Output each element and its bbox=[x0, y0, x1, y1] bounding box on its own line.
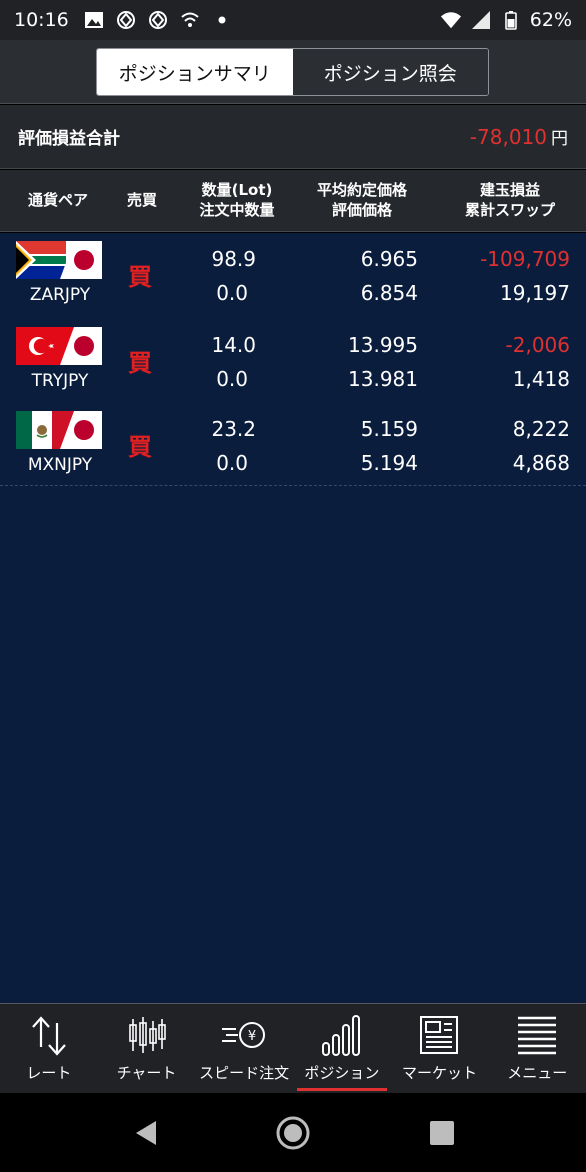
position-row[interactable]: MXNJPY 買 23.2 0.0 5.159 5.194 8,222 4,86… bbox=[0, 403, 586, 487]
position-bars-icon bbox=[320, 1012, 364, 1058]
cumulative-swap: 4,868 bbox=[512, 451, 570, 475]
nav-speed-order[interactable]: ¥ スピード注文 bbox=[195, 1004, 293, 1093]
col-pending-qty: 注文中数量 bbox=[199, 201, 275, 219]
total-pl-value: -78,010 円 bbox=[469, 125, 568, 149]
qty: 23.2 bbox=[211, 417, 256, 441]
position-pl: -109,709 bbox=[480, 247, 570, 271]
home-icon[interactable] bbox=[275, 1115, 311, 1151]
pending-qty: 0.0 bbox=[216, 281, 248, 305]
avg-price: 5.159 bbox=[360, 417, 418, 441]
col-side: 売買 bbox=[126, 191, 157, 209]
nav-rate-label: レート bbox=[26, 1064, 72, 1082]
col-position-pl: 建玉損益 bbox=[479, 181, 540, 199]
position-pl: -2,006 bbox=[505, 333, 570, 357]
status-time: 10:16 bbox=[14, 9, 69, 31]
battery-icon bbox=[500, 9, 522, 31]
avg-price: 13.995 bbox=[348, 333, 418, 357]
total-pl-label: 評価損益合計 bbox=[18, 129, 120, 149]
nav-chart[interactable]: チャート bbox=[98, 1004, 196, 1093]
position-tabs: ポジションサマリ ポジション照会 bbox=[96, 48, 489, 96]
qty: 14.0 bbox=[211, 333, 256, 357]
header: ポジションサマリ ポジション照会 bbox=[0, 40, 586, 104]
nav-rate[interactable]: レート bbox=[0, 1004, 98, 1093]
nav-market-label: マーケット bbox=[402, 1064, 478, 1082]
avg-price: 6.965 bbox=[360, 247, 418, 271]
nav-position[interactable]: ポジション bbox=[293, 1004, 391, 1093]
qty: 98.9 bbox=[211, 247, 256, 271]
list-end-divider bbox=[0, 485, 586, 486]
tab-position-inquiry[interactable]: ポジション照会 bbox=[292, 49, 488, 95]
pair-name: TRYJPY bbox=[31, 371, 89, 391]
gallery-icon bbox=[83, 9, 105, 31]
wifi-call-icon bbox=[179, 9, 201, 31]
nav-menu[interactable]: メニュー bbox=[488, 1004, 586, 1093]
yen-unit: 円 bbox=[551, 129, 568, 149]
speed-order-icon: ¥ bbox=[218, 1012, 270, 1058]
dot-icon bbox=[211, 9, 233, 31]
col-pl: 建玉損益 累計スワップ bbox=[440, 180, 580, 220]
status-bar: 10:16 62% bbox=[0, 0, 586, 40]
col-price: 平均約定価格 評価価格 bbox=[298, 180, 426, 220]
app-notification-icon bbox=[115, 9, 137, 31]
tab-position-summary[interactable]: ポジションサマリ bbox=[97, 49, 293, 95]
recents-icon[interactable] bbox=[424, 1115, 460, 1151]
svg-text:¥: ¥ bbox=[248, 1029, 256, 1044]
nav-chart-label: チャート bbox=[116, 1064, 177, 1082]
position-pl: 8,222 bbox=[512, 417, 570, 441]
position-list: ZARJPY 買 98.9 0.0 6.965 6.854 -109,709 1… bbox=[0, 233, 586, 1003]
col-cumulative-swap: 累計スワップ bbox=[464, 201, 555, 219]
position-row[interactable]: ZARJPY 買 98.9 0.0 6.965 6.854 -109,709 1… bbox=[0, 233, 586, 317]
eval-price: 13.981 bbox=[348, 367, 418, 391]
cumulative-swap: 1,418 bbox=[512, 367, 570, 391]
nav-market[interactable]: マーケット bbox=[391, 1004, 489, 1093]
nav-position-label: ポジション bbox=[304, 1064, 380, 1082]
nav-speed-order-label: スピード注文 bbox=[199, 1064, 290, 1082]
col-qty-lot: 数量(Lot) bbox=[201, 181, 273, 199]
back-icon[interactable] bbox=[128, 1115, 164, 1151]
candlestick-chart-icon bbox=[127, 1012, 167, 1058]
side-buy: 買 bbox=[128, 433, 152, 461]
rate-arrows-icon bbox=[29, 1012, 69, 1058]
active-tab-indicator bbox=[297, 1088, 387, 1091]
pending-qty: 0.0 bbox=[216, 367, 248, 391]
market-news-icon bbox=[418, 1012, 462, 1058]
eval-price: 5.194 bbox=[360, 451, 418, 475]
eval-price: 6.854 bbox=[360, 281, 418, 305]
column-headers: 通貨ペア 売買 数量(Lot) 注文中数量 平均約定価格 評価価格 建玉損益 累… bbox=[0, 170, 586, 232]
turkey-japan-flag-icon bbox=[16, 327, 102, 365]
pair-name: ZARJPY bbox=[29, 285, 91, 305]
pair-name: MXNJPY bbox=[27, 455, 93, 475]
side-buy: 買 bbox=[128, 263, 152, 291]
col-qty: 数量(Lot) 注文中数量 bbox=[178, 180, 296, 220]
side-buy: 買 bbox=[128, 349, 152, 377]
system-nav-bar bbox=[0, 1093, 586, 1172]
cumulative-swap: 19,197 bbox=[500, 281, 570, 305]
menu-lines-icon bbox=[515, 1012, 559, 1058]
pending-qty: 0.0 bbox=[216, 451, 248, 475]
signal-icon bbox=[470, 9, 492, 31]
south-africa-japan-flag-icon bbox=[16, 241, 102, 279]
position-row[interactable]: TRYJPY 買 14.0 0.0 13.995 13.981 -2,006 1… bbox=[0, 319, 586, 403]
wifi-icon bbox=[440, 9, 462, 31]
col-avg-price: 平均約定価格 bbox=[316, 181, 407, 199]
col-pair: 通貨ペア bbox=[27, 191, 88, 209]
col-eval-price: 評価価格 bbox=[331, 201, 392, 219]
mexico-japan-flag-icon bbox=[16, 411, 102, 449]
app-notification-icon-2 bbox=[147, 9, 169, 31]
nav-menu-label: メニュー bbox=[507, 1064, 568, 1082]
battery-percent: 62% bbox=[529, 9, 572, 31]
bottom-nav: レート チャート ¥ スピード注文 ポジション マーケット メニュー bbox=[0, 1003, 586, 1093]
total-pl-summary: 評価損益合計 -78,010 円 bbox=[0, 105, 586, 169]
